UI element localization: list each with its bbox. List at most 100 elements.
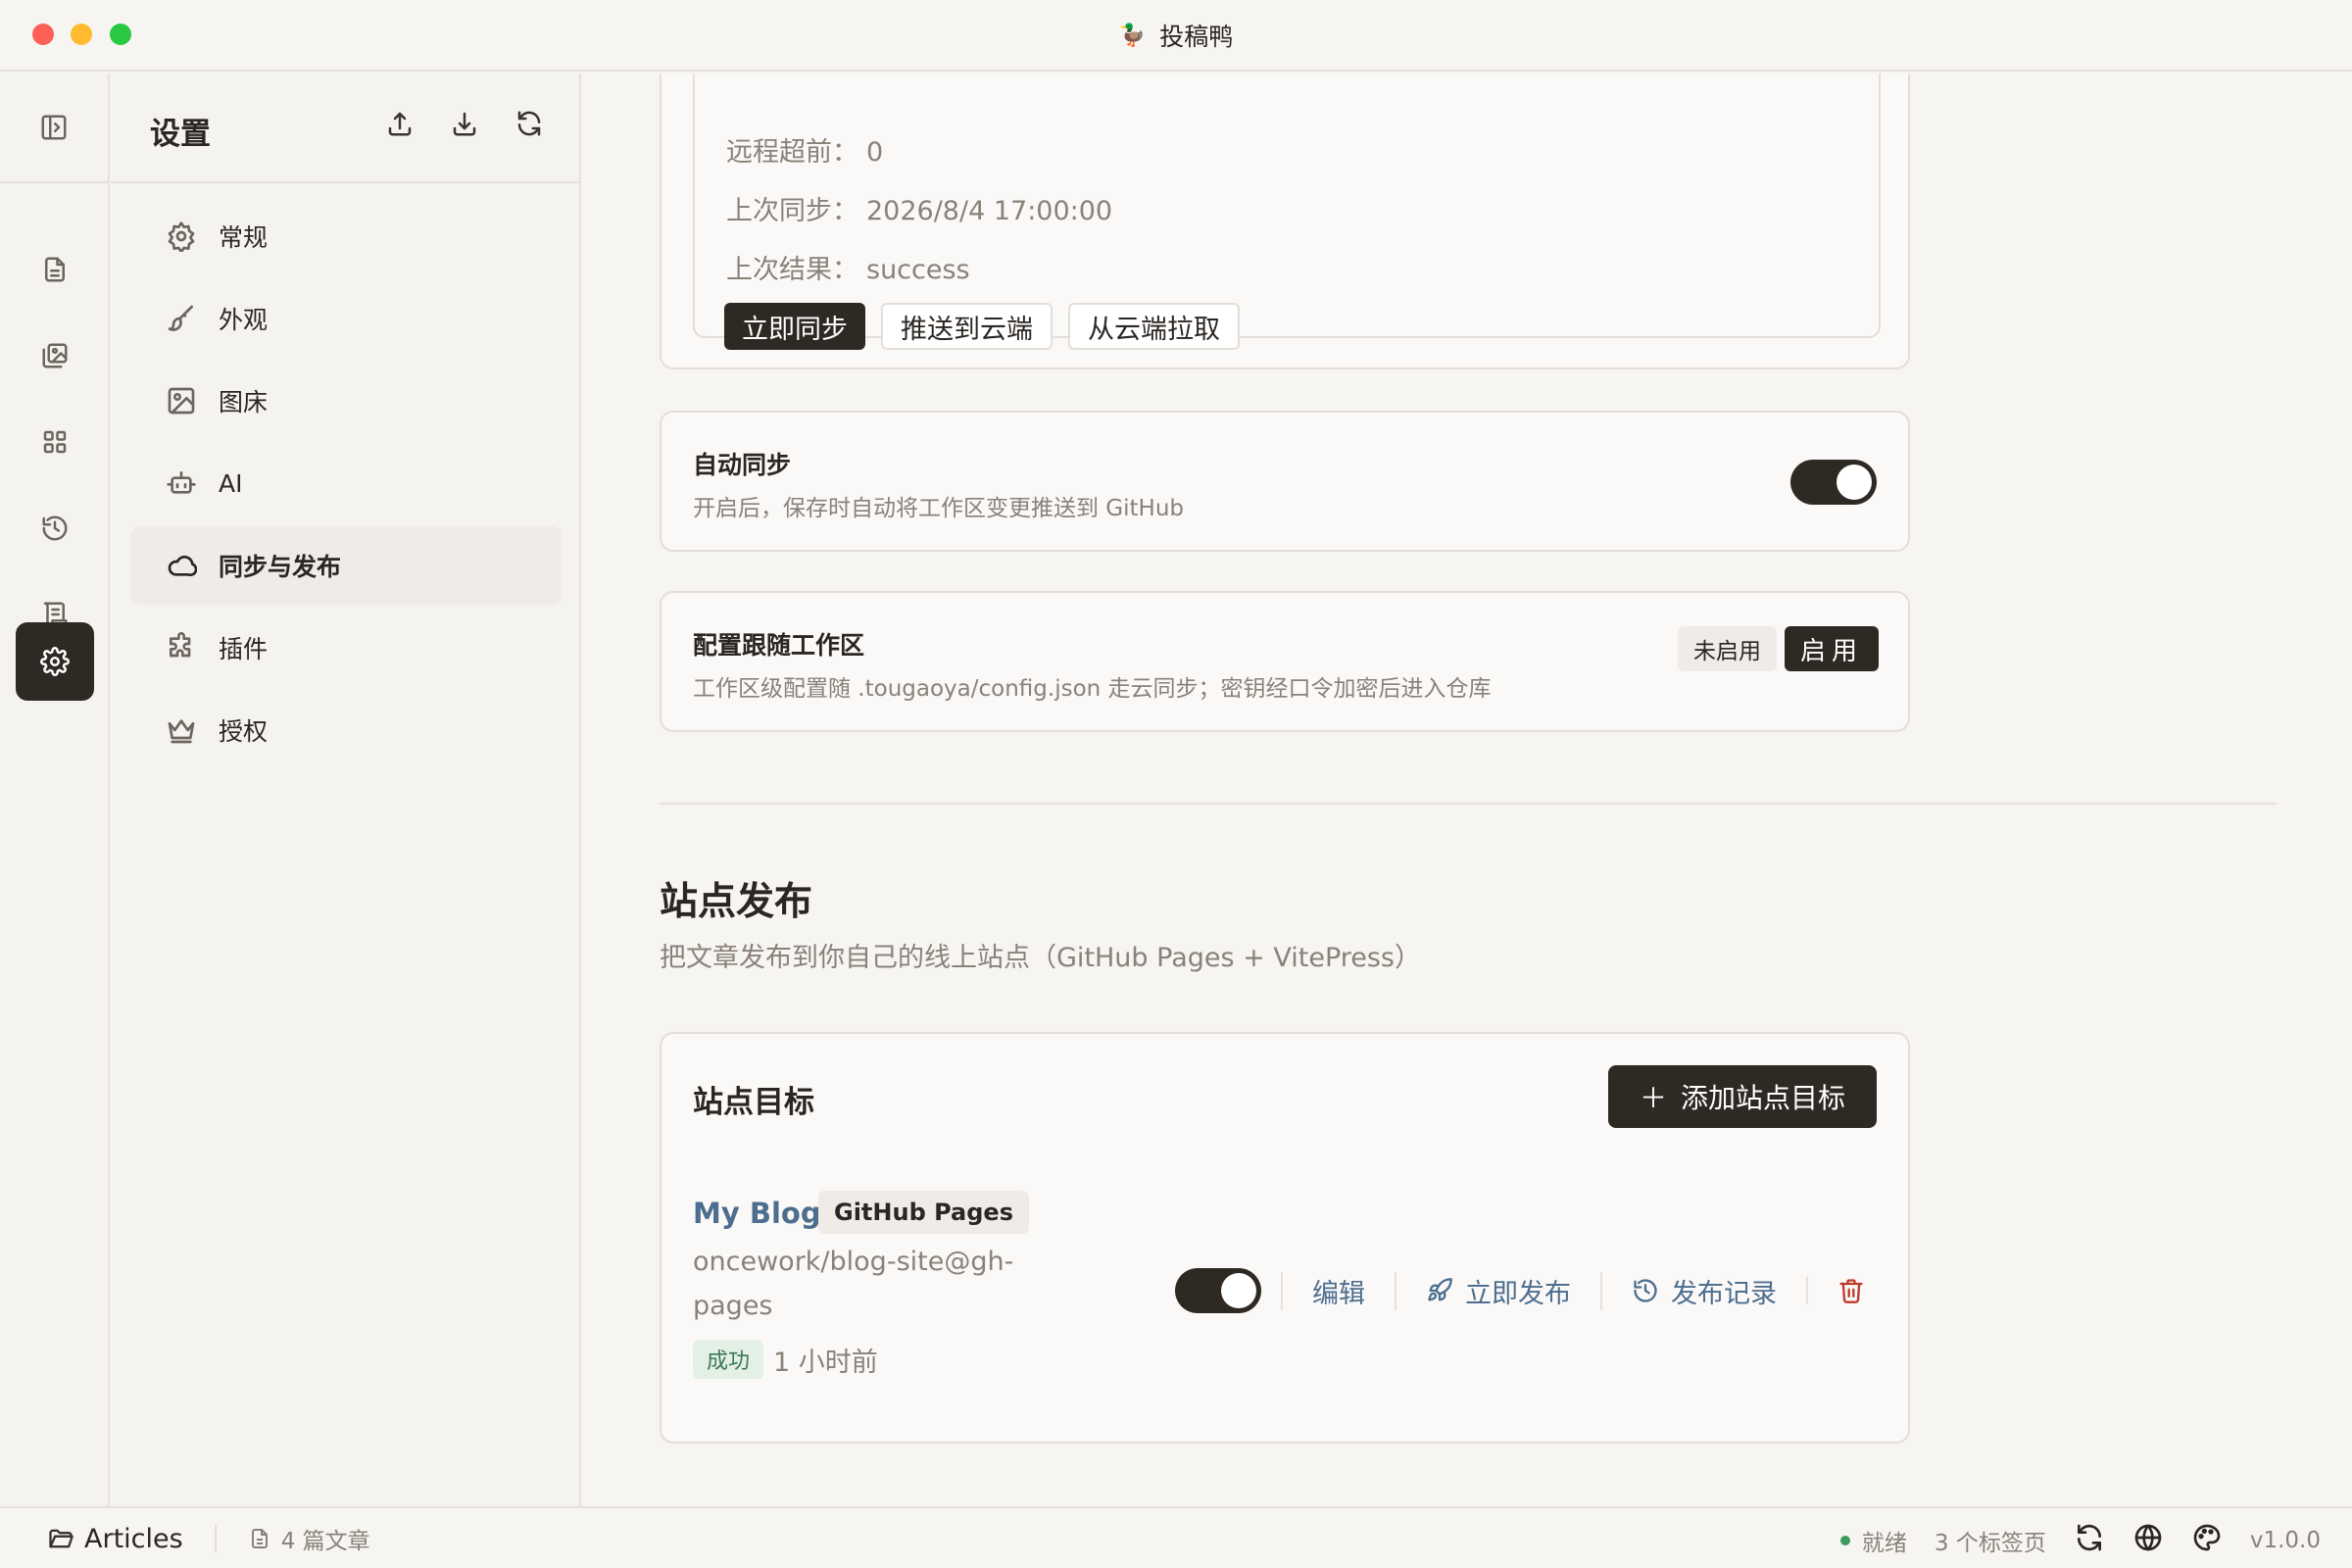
last-result-label: 上次结果：	[726, 255, 858, 285]
config-follow-card: 配置跟随工作区 工作区级配置随 .tougaoya/config.json 走云…	[660, 591, 1910, 732]
images-icon	[42, 343, 68, 368]
publish-now-label: 立即发布	[1465, 1278, 1571, 1309]
article-count-text: 4 篇文章	[280, 1529, 370, 1554]
nav-item-label: 同步与发布	[219, 553, 342, 581]
language-button[interactable]	[2132, 1522, 2164, 1559]
crown-icon	[168, 719, 195, 744]
window-title-text: 投稿鸭	[1159, 23, 1234, 51]
rail-header	[0, 74, 108, 183]
article-count: 4 篇文章	[248, 1522, 370, 1555]
last-sync-label: 上次同步：	[726, 196, 858, 226]
ready-status: 就绪	[1839, 1524, 1907, 1557]
config-follow-on-option[interactable]: 启用	[1784, 626, 1879, 671]
plus-icon: ＋	[1639, 1082, 1667, 1114]
config-follow-desc: 工作区级配置随 .tougaoya/config.json 走云同步；密钥经口令…	[693, 676, 1492, 702]
rocket-icon	[1428, 1278, 1452, 1301]
theme-button[interactable]	[2191, 1522, 2223, 1559]
folder-open-icon	[49, 1529, 74, 1548]
nav-item-sync-publish[interactable]: 同步与发布	[130, 526, 562, 605]
site-type-badge: GitHub Pages	[818, 1191, 1029, 1234]
remote-ahead-row: 远程超前： 0	[726, 130, 883, 169]
brush-icon	[168, 305, 193, 331]
palette-icon	[2193, 1524, 2221, 1551]
site-publish-title: 站点发布	[660, 880, 813, 924]
duck-logo-icon: 🦆	[1118, 23, 1147, 48]
site-repo: oncework/blog-site@gh-pages	[693, 1247, 1014, 1321]
workspace-folder-button[interactable]: Articles	[47, 1524, 183, 1554]
history-icon	[42, 515, 68, 541]
auto-sync-desc: 开启后，保存时自动将工作区变更推送到 GitHub	[693, 496, 1185, 521]
nav-item-label: 授权	[219, 717, 269, 746]
grid-icon	[43, 430, 67, 454]
add-site-target-label: 添加站点目标	[1680, 1082, 1845, 1114]
tab-count: 3 个标签页	[1934, 1531, 2046, 1556]
status-separator	[214, 1525, 217, 1552]
rail-articles-button[interactable]	[16, 230, 94, 309]
nav-item-plugins[interactable]: 插件	[130, 609, 562, 687]
pull-from-cloud-button[interactable]: 从云端拉取	[1068, 303, 1240, 350]
last-sync-value: 2026/8/4 17:00:00	[866, 196, 1113, 226]
cloud-icon	[168, 555, 197, 577]
workspace-folder-name: Articles	[84, 1523, 183, 1554]
nav-item-ai[interactable]: AI	[130, 444, 562, 522]
settings-gear-icon	[40, 647, 70, 676]
history-icon	[1634, 1279, 1657, 1302]
nav-item-label: AI	[219, 468, 243, 498]
site-last-publish: 成功 1 小时前	[693, 1340, 878, 1379]
activity-rail	[0, 74, 110, 1506]
section-divider	[660, 803, 2277, 805]
toggle-sidebar-button[interactable]	[15, 88, 93, 167]
nav-item-image-host[interactable]: 图床	[130, 362, 562, 440]
import-settings-button[interactable]	[450, 109, 479, 142]
ready-text: 就绪	[1861, 1531, 1907, 1556]
remote-ahead-label: 远程超前：	[726, 137, 858, 168]
site-targets-title: 站点目标	[693, 1085, 814, 1120]
trash-icon	[1839, 1279, 1863, 1303]
rail-grid-button[interactable]	[16, 403, 94, 481]
robot-icon	[167, 471, 196, 494]
site-publish-desc: 把文章发布到你自己的线上站点（GitHub Pages + VitePress）	[660, 943, 1422, 973]
last-result-row: 上次结果： success	[726, 248, 970, 286]
reset-settings-button[interactable]	[514, 109, 544, 142]
auto-sync-title: 自动同步	[693, 451, 792, 479]
config-follow-segment: 未启用 启用	[1677, 626, 1879, 671]
publish-now-button[interactable]: 立即发布	[1395, 1271, 1600, 1310]
delete-site-button[interactable]	[1806, 1277, 1865, 1304]
title-bar: 🦆 投稿鸭	[0, 0, 2352, 72]
publish-history-label: 发布记录	[1671, 1278, 1777, 1309]
nav-item-general[interactable]: 常规	[130, 197, 562, 275]
nav-item-license[interactable]: 授权	[130, 691, 562, 769]
rail-images-button[interactable]	[16, 317, 94, 395]
sync-now-button[interactable]: 立即同步	[724, 303, 865, 350]
sync-icon	[2077, 1524, 2101, 1551]
export-settings-button[interactable]	[385, 109, 415, 142]
document-icon	[251, 1529, 268, 1548]
site-enabled-toggle[interactable]	[1175, 1268, 1261, 1313]
add-site-target-button[interactable]: ＋ 添加站点目标	[1607, 1065, 1877, 1128]
document-icon	[45, 257, 65, 282]
settings-sidebar: 设置 常规 外观 图床 AI 同步与发布 插件 授权	[111, 74, 581, 1506]
settings-title: 设置	[150, 117, 211, 152]
edit-site-button[interactable]: 编辑	[1281, 1271, 1395, 1310]
refresh-icon	[517, 111, 541, 136]
site-name[interactable]: My Blog	[693, 1197, 821, 1230]
sync-buttons: 立即同步 推送到云端 从云端拉取	[724, 303, 1240, 350]
auto-sync-card: 自动同步 开启后，保存时自动将工作区变更推送到 GitHub	[660, 411, 1910, 552]
download-icon	[453, 112, 476, 136]
remote-ahead-value: 0	[866, 137, 884, 168]
push-to-cloud-button[interactable]: 推送到云端	[881, 303, 1053, 350]
auto-sync-toggle[interactable]	[1790, 460, 1877, 505]
nav-item-label: 图床	[219, 388, 269, 416]
status-bar: Articles 4 篇文章 就绪 3 个标签页 v1.0.0	[0, 1506, 2352, 1568]
config-follow-off-option[interactable]: 未启用	[1677, 626, 1777, 671]
nav-item-label: 插件	[219, 635, 269, 663]
rail-settings-button[interactable]	[16, 622, 94, 701]
ready-dot-icon	[1839, 1536, 1850, 1545]
rail-history-button[interactable]	[16, 489, 94, 567]
last-result-value: success	[866, 255, 970, 285]
nav-item-appearance[interactable]: 外观	[130, 279, 562, 358]
settings-header: 设置	[111, 74, 579, 183]
sync-status-card: 远程超前： 0 上次同步： 2026/8/4 17:00:00 上次结果： succe…	[660, 74, 1910, 369]
sync-status-button[interactable]	[2074, 1522, 2105, 1559]
publish-history-button[interactable]: 发布记录	[1600, 1271, 1806, 1310]
